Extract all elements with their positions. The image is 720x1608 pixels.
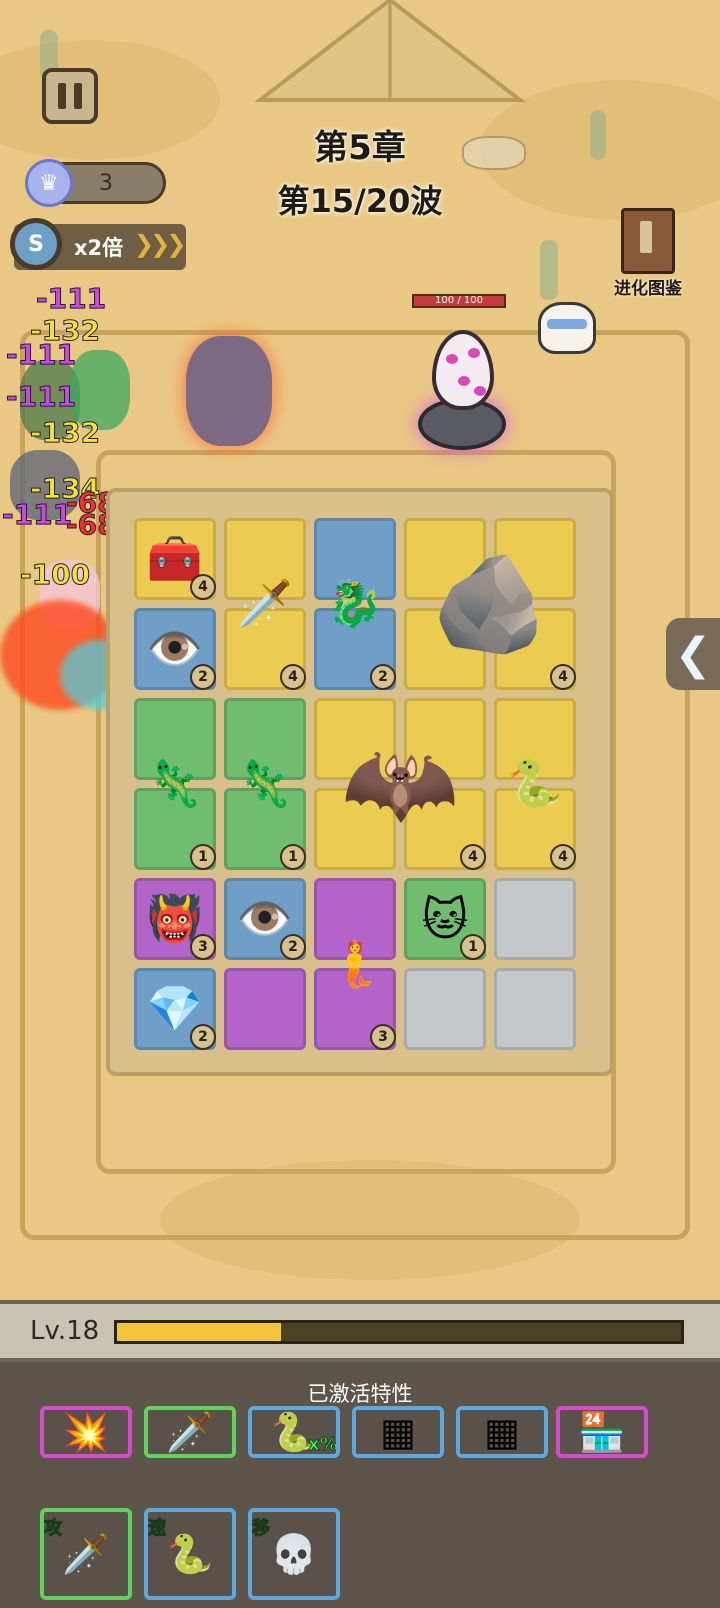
trait-glyph: 🗡️ bbox=[62, 1531, 110, 1576]
unit-level-badge: 2 bbox=[190, 1024, 216, 1050]
trait-icon[interactable]: 🐍 速 bbox=[144, 1508, 236, 1600]
unit-level-badge: 2 bbox=[280, 934, 306, 960]
trait-badge: 速 bbox=[148, 1518, 167, 1540]
level-bar: Lv.18 bbox=[0, 1300, 720, 1362]
board-tile[interactable] bbox=[494, 968, 576, 1050]
king-serpent-unit[interactable]: 🐍 4 bbox=[494, 698, 576, 870]
trait-glyph: ▦ bbox=[380, 1410, 416, 1454]
horned-demon-unit[interactable]: 👹 3 bbox=[134, 878, 216, 960]
cactus-icon bbox=[540, 240, 558, 300]
damage-number: -111 bbox=[5, 338, 77, 372]
trait-icon[interactable]: ▦ bbox=[352, 1406, 444, 1458]
boss-hp-bar: 100 / 100 bbox=[412, 294, 506, 308]
lava-golem-unit[interactable]: 🪨 4 bbox=[404, 518, 576, 690]
trait-icon[interactable]: 🏪 bbox=[556, 1406, 648, 1458]
unit-level-badge: 4 bbox=[550, 844, 576, 870]
trait-glyph: ▦ bbox=[484, 1410, 520, 1454]
unit-level-badge: 4 bbox=[460, 844, 486, 870]
skeleton-king-unit[interactable]: 🗡️ 4 bbox=[224, 518, 306, 690]
cyclops-slime-unit-2[interactable]: 👁️ 2 bbox=[224, 878, 306, 960]
trait-glyph: 🐍 bbox=[166, 1531, 214, 1576]
pause-button[interactable] bbox=[42, 68, 98, 124]
dragon-trident-unit[interactable]: 🐉 2 bbox=[314, 518, 396, 690]
cat-slime-unit[interactable]: 🐱 1 bbox=[404, 878, 486, 960]
trait-icon[interactable]: 🐍 x% bbox=[248, 1406, 340, 1458]
evolution-guide-button[interactable]: 进化图鉴 bbox=[606, 208, 690, 299]
bat-monster-unit[interactable]: 🦇 4 bbox=[314, 698, 486, 870]
expand-panel-button[interactable]: ❮ bbox=[666, 618, 720, 690]
trait-icon[interactable]: 💥 bbox=[40, 1406, 132, 1458]
unit-level-badge: 4 bbox=[190, 574, 216, 600]
book-icon bbox=[621, 208, 675, 274]
pyramid-icon bbox=[254, 0, 526, 102]
unit-level-badge: 1 bbox=[460, 934, 486, 960]
chapter-title: 第5章 bbox=[314, 128, 406, 168]
xp-progress-bar bbox=[114, 1320, 684, 1344]
trait-icon[interactable]: 🗡️ 攻 bbox=[40, 1508, 132, 1600]
trait-icon[interactable]: 🗡️ bbox=[144, 1406, 236, 1458]
unit-level-badge: 2 bbox=[370, 664, 396, 690]
speed-label: x2倍 bbox=[74, 236, 124, 260]
board-tile[interactable] bbox=[494, 878, 576, 960]
player-level: Lv.18 bbox=[30, 1316, 100, 1346]
activated-traits-title: 已激活特性 bbox=[307, 1382, 413, 1406]
damage-number: -111 bbox=[5, 380, 77, 414]
mermaid-queen-unit[interactable]: 🧜 3 bbox=[314, 878, 396, 1050]
unit-level-badge: 2 bbox=[190, 664, 216, 690]
lizard-archer-unit[interactable]: 🦎 1 bbox=[134, 698, 216, 870]
unit-level-badge: 1 bbox=[280, 844, 306, 870]
trait-icon[interactable]: ▦ bbox=[456, 1406, 548, 1458]
damage-number: -132 bbox=[29, 416, 101, 450]
trait-glyph: 💥 bbox=[62, 1409, 110, 1454]
speed-toggle-button[interactable]: S x2倍 ❯❯❯ bbox=[10, 218, 186, 270]
fast-forward-icon: ❯❯❯ bbox=[134, 230, 186, 258]
battle-scene: ♛ 3 S x2倍 ❯❯❯ 第5章 第15/20波 进化图鉴 100 / 100… bbox=[0, 0, 720, 1330]
stopwatch-icon: S bbox=[10, 218, 62, 270]
enemy-wizard bbox=[186, 336, 272, 446]
trait-badge: 移 bbox=[252, 1518, 271, 1540]
xp-progress-fill bbox=[117, 1323, 281, 1341]
unit-level-badge: 4 bbox=[280, 664, 306, 690]
board-tile[interactable] bbox=[404, 968, 486, 1050]
trait-glyph: 🏪 bbox=[578, 1409, 626, 1454]
unit-level-badge: 3 bbox=[190, 934, 216, 960]
damage-number: -111 bbox=[1, 498, 73, 532]
bottom-panel: Lv.18 已激活特性 💥 🗡️ 🐍 x% ▦ ▦ 🏪 🗡️ 攻 🐍 速 💀 移 bbox=[0, 1300, 720, 1608]
board-tile[interactable] bbox=[224, 968, 306, 1050]
cyclops-slime-unit[interactable]: 👁️ 2 bbox=[134, 608, 216, 690]
damage-number: -111 bbox=[35, 282, 107, 316]
ice-crystal-unit[interactable]: 💎 2 bbox=[134, 968, 216, 1050]
trait-glyph: 💀 bbox=[270, 1531, 318, 1576]
cat-pet-icon[interactable] bbox=[538, 302, 596, 354]
evolution-guide-label: 进化图鉴 bbox=[614, 279, 682, 299]
unit-level-badge: 4 bbox=[550, 664, 576, 690]
lizard-archer-unit-2[interactable]: 🦎 1 bbox=[224, 698, 306, 870]
treasure-chest-unit[interactable]: 🧰 4 bbox=[134, 518, 216, 600]
unit-level-badge: 3 bbox=[370, 1024, 396, 1050]
trait-badge: 攻 bbox=[44, 1518, 63, 1540]
trait-badge: x% bbox=[308, 1434, 338, 1455]
unit-level-badge: 1 bbox=[190, 844, 216, 870]
trait-glyph: 🗡️ bbox=[166, 1409, 214, 1454]
damage-number: -100 bbox=[19, 558, 91, 592]
trait-icon[interactable]: 💀 移 bbox=[248, 1508, 340, 1600]
